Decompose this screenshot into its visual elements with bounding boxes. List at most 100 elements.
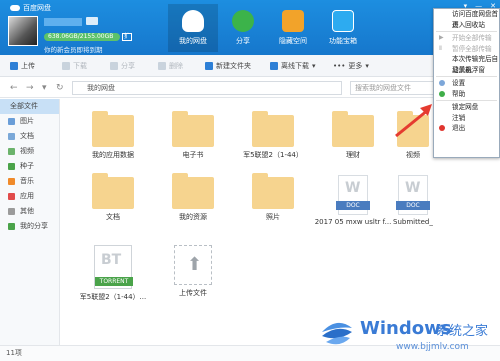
menu-item-lock[interactable]: 锁定网盘 — [434, 102, 499, 113]
menu-item-pause-all[interactable]: Ⅱ 暂停全部传输 — [434, 44, 499, 55]
menu-item-label: 显示悬浮窗 — [452, 65, 485, 74]
pause-icon: Ⅱ — [439, 44, 442, 52]
vip-badge-icon — [86, 17, 98, 25]
menu-item-start-all[interactable]: ▶ 开始全部传输 — [434, 33, 499, 44]
sidebar-item-label: 我的分享 — [20, 222, 48, 230]
avatar[interactable] — [8, 16, 38, 46]
sidebar-item-apps[interactable]: 应用 — [0, 189, 59, 204]
share-button[interactable]: 分享 — [110, 61, 135, 71]
download-button[interactable]: 下载 — [62, 61, 87, 71]
sidebar-item-label: 文档 — [20, 132, 34, 140]
menu-item-recycle-bin[interactable]: 进入回收站 — [434, 20, 499, 31]
word-icon: W — [405, 180, 421, 196]
file-name: 理财 — [346, 151, 360, 159]
more-button[interactable]: ••• 更多 ▾ — [333, 61, 369, 71]
menu-item-label: 设置 — [452, 79, 466, 87]
other-icon — [8, 208, 15, 215]
download-icon — [62, 62, 70, 70]
upload-label: 上传 — [21, 62, 35, 70]
upload-file-tile[interactable]: ⬆ 上传文件 — [153, 245, 233, 298]
new-folder-button[interactable]: 新建文件夹 — [205, 61, 251, 71]
expand-quota-button[interactable]: 扩 — [122, 33, 132, 41]
bt-icon: BT — [101, 252, 122, 268]
sidebar-item-other[interactable]: 其他 — [0, 204, 59, 219]
word-icon: W — [345, 180, 361, 196]
tab-hidden-space[interactable]: 隐藏空间 — [268, 4, 318, 52]
sidebar-item-videos[interactable]: 视频 — [0, 144, 59, 159]
document-icon — [8, 133, 15, 140]
sidebar-item-label: 应用 — [20, 192, 34, 200]
menu-item-label: 注销 — [452, 113, 466, 122]
menu-item-auto-shutdown[interactable]: 本次传输完后自动关机 — [434, 54, 499, 74]
doc-tag: DOC — [336, 201, 370, 210]
back-arrow-icon[interactable]: ← — [10, 83, 18, 93]
menu-item-help[interactable]: 帮助 — [434, 89, 499, 100]
app-title-text: 百度网盘 — [23, 4, 51, 12]
sidebar-item-my-shares[interactable]: 我的分享 — [0, 219, 59, 234]
forward-arrow-icon[interactable]: → — [26, 83, 34, 93]
upload-button[interactable]: 上传 — [10, 61, 35, 71]
tab-share[interactable]: 分享 — [218, 4, 268, 52]
play-icon: ▶ — [439, 34, 444, 41]
more-dots-icon: ••• — [333, 62, 346, 70]
sidebar-item-torrents[interactable]: 种子 — [0, 159, 59, 174]
exit-icon — [439, 125, 445, 131]
torrent-file-item[interactable]: BT TORRENT 军5联盟2（1-44）... — [73, 245, 153, 302]
folder-item[interactable]: 军5联盟2（1-44） — [233, 111, 313, 160]
sidebar-item-music[interactable]: 音乐 — [0, 174, 59, 189]
folder-item[interactable]: 我的资源 — [153, 173, 233, 222]
divider — [436, 76, 497, 77]
folder-item[interactable]: 理财 — [313, 111, 393, 160]
doc-file-item[interactable]: W DOC Submitted_paper-l... — [393, 175, 433, 226]
tab-toolbox[interactable]: 功能宝箱 — [318, 4, 368, 52]
download-label: 下载 — [73, 62, 87, 70]
cloud-icon — [182, 10, 204, 32]
dropdown-icon[interactable]: ▾ — [42, 83, 47, 93]
app-title: 百度网盘 — [10, 3, 51, 13]
sidebar-item-all-files[interactable]: 全部文件 — [0, 99, 59, 114]
file-name: 军5联盟2（1-44）... — [79, 293, 147, 301]
file-name: Submitted_paper-l... — [393, 218, 433, 226]
chevron-down-icon: ▾ — [365, 62, 369, 70]
folder-item[interactable]: 电子书 — [153, 111, 233, 160]
menu-item-settings[interactable]: 设置 — [434, 78, 499, 89]
menu-item-homepage[interactable]: 访问百度网盘首页 — [434, 9, 499, 29]
folder-item[interactable]: 文档 — [73, 173, 153, 222]
delete-button[interactable]: 删除 — [158, 61, 183, 71]
folder-item[interactable]: 我的应用数据 — [73, 111, 153, 160]
doc-file-icon: W DOC — [396, 175, 430, 215]
menu-item-label: 开始全部传输 — [452, 34, 492, 42]
torrent-file-icon: BT TORRENT — [94, 245, 133, 289]
tab-label: 我的网盘 — [179, 37, 207, 45]
folder-icon — [332, 111, 374, 147]
folder-icon — [92, 111, 134, 147]
file-name: 军5联盟2（1-44） — [243, 151, 303, 159]
torrent-tag: TORRENT — [95, 277, 133, 286]
tab-my-disk[interactable]: 我的网盘 — [168, 4, 218, 52]
share-icon — [110, 62, 118, 70]
sidebar-item-images[interactable]: 图片 — [0, 114, 59, 129]
menu-item-exit[interactable]: 退出 — [434, 123, 499, 134]
menu-item-floating-window[interactable]: 显示悬浮窗 — [434, 65, 499, 76]
file-name: 我的资源 — [179, 213, 207, 221]
refresh-icon[interactable]: ↻ — [56, 83, 64, 93]
folder-item[interactable]: 照片 — [233, 173, 313, 222]
file-name: 上传文件 — [179, 289, 207, 297]
header: 百度网盘 638.06GB/2155.00GB 扩 你的新会员即将到期 我的网盘… — [0, 0, 500, 55]
offline-download-button[interactable]: 离线下载 ▾ — [270, 61, 316, 71]
doc-file-item[interactable]: W DOC 2017 05 mxw usltr f... — [313, 175, 393, 226]
sidebar-item-documents[interactable]: 文档 — [0, 129, 59, 144]
file-name: 2017 05 mxw usltr f... — [314, 218, 392, 226]
offline-download-icon — [270, 62, 278, 70]
breadcrumb[interactable]: 我的网盘 — [72, 81, 342, 95]
member-hint[interactable]: 你的新会员即将到期 — [44, 44, 103, 54]
share-icon — [8, 223, 15, 230]
username-redacted[interactable] — [44, 18, 82, 26]
menu-item-label: 退出 — [452, 124, 466, 132]
toolbox-icon — [332, 10, 354, 32]
file-name: 视频 — [406, 151, 420, 159]
windows-logo-icon — [322, 322, 352, 345]
image-icon — [8, 118, 15, 125]
trash-icon — [158, 62, 166, 70]
menu-item-logout[interactable]: 注销 — [434, 113, 499, 124]
